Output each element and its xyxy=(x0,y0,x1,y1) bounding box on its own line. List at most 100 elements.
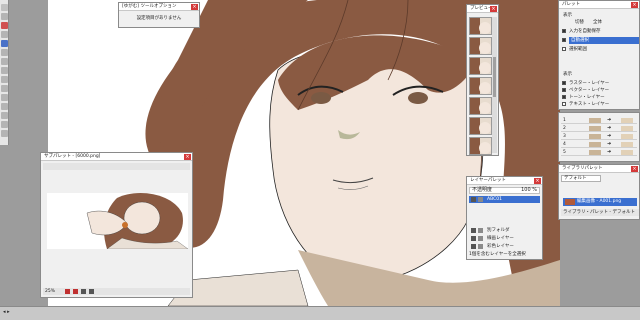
thumbnail[interactable] xyxy=(469,77,492,95)
close-icon[interactable]: × xyxy=(631,166,638,172)
row-number: 2 xyxy=(563,126,566,131)
gradient-tool-icon[interactable] xyxy=(1,103,8,110)
thumbnail[interactable] xyxy=(469,57,492,75)
checkbox[interactable] xyxy=(562,47,566,51)
warp-tool-icon[interactable] xyxy=(1,85,8,92)
status-bar: ◂ ▸ xyxy=(0,306,640,320)
nav-right-icon[interactable] xyxy=(73,289,78,294)
status-zoom: ◂ ▸ xyxy=(3,309,10,315)
option-label: テキスト・レイヤー xyxy=(569,102,610,107)
lock-icon[interactable] xyxy=(478,244,483,249)
nav-left-icon[interactable] xyxy=(65,289,70,294)
option-label: 選択範囲 xyxy=(569,47,587,52)
shape-tool-icon[interactable] xyxy=(1,112,8,119)
thumbnail[interactable] xyxy=(469,97,492,115)
move-tool-icon[interactable] xyxy=(1,4,8,11)
thumbnail[interactable] xyxy=(469,117,492,135)
sub-palette-preview[interactable] xyxy=(47,193,188,249)
eye-icon[interactable] xyxy=(471,236,476,241)
layer-row[interactable]: 線画レイヤー xyxy=(469,235,540,242)
layer-row[interactable]: 別フォルダ xyxy=(469,227,540,234)
option-label: ラスター・レイヤー xyxy=(569,81,610,86)
library-palette: ライブラリパレット × デフォルト 編集画像 - A001.png ライブラリ・… xyxy=(558,164,640,220)
opacity-value[interactable]: 100 % xyxy=(521,188,537,193)
brush-tool-icon[interactable] xyxy=(1,31,8,38)
thumbnail[interactable] xyxy=(469,37,492,55)
layer-blend-row[interactable]: 不透明度 100 % xyxy=(469,187,540,194)
thumbnail-icon xyxy=(565,199,575,205)
eye-icon[interactable] xyxy=(471,228,476,233)
lock-icon[interactable] xyxy=(478,197,483,202)
layer-name: ABC01 xyxy=(487,197,502,202)
tab-switch[interactable]: 切替 xyxy=(575,19,584,25)
close-icon[interactable]: × xyxy=(490,6,497,12)
swatch-row[interactable]: 4 ➜ xyxy=(561,141,637,148)
lasso-tool-icon[interactable] xyxy=(1,130,8,137)
layer-name: 別フォルダ xyxy=(487,228,510,233)
layer-name: 彩色レイヤー xyxy=(487,244,514,249)
library-sub-item[interactable]: ライブラリ・パレット - デフォルト xyxy=(561,209,639,216)
sub-palette-nav: 25% xyxy=(43,288,190,295)
popup-title: [ゆがむ] ツールオプション xyxy=(119,3,199,11)
checkbox[interactable] xyxy=(562,29,566,33)
right-palette-swatches: 1 ➜ 2 ➜ 3 ➜ 4 ➜ 5 ➜ xyxy=(558,112,640,162)
eye-icon[interactable] xyxy=(471,197,476,202)
tab-all[interactable]: 全体 xyxy=(593,19,602,25)
lock-icon[interactable] xyxy=(478,228,483,233)
close-icon[interactable]: × xyxy=(184,154,191,160)
checkbox[interactable] xyxy=(562,38,566,42)
layer-name: 線画レイヤー xyxy=(487,236,514,241)
thumbnail[interactable] xyxy=(469,17,492,35)
swatch-row[interactable]: 5 ➜ xyxy=(561,149,637,156)
option-label: トーン・レイヤー xyxy=(569,95,605,100)
layer-palette: レイヤーパレット × 不透明度 100 % ABC01 別フォルダ 線画レイヤー… xyxy=(466,176,543,260)
library-palette-title: ライブラリパレット xyxy=(559,165,639,173)
layer-status: 1個を含むレイヤーを全選択 xyxy=(469,252,526,257)
eraser-tool-icon[interactable] xyxy=(1,49,8,56)
pen-tool-icon[interactable] xyxy=(1,22,8,29)
checkbox[interactable] xyxy=(562,95,566,99)
text-tool-icon[interactable] xyxy=(1,58,8,65)
library-item-label: 編集画像 - A001.png xyxy=(577,199,622,204)
checkbox[interactable] xyxy=(562,81,566,85)
select-tool-icon[interactable] xyxy=(1,13,8,20)
sub-palette-title: サブパレット - [6000.png] xyxy=(41,153,192,161)
layer-row[interactable]: 彩色レイヤー xyxy=(469,243,540,250)
fill-tool-icon[interactable] xyxy=(1,40,8,47)
close-icon[interactable]: × xyxy=(631,2,638,8)
thumbnail-scrollbar[interactable] xyxy=(492,17,497,153)
popup-message: 設定項目がありません xyxy=(136,16,182,21)
sub-palette: サブパレット - [6000.png] × 25% xyxy=(40,152,193,298)
row-number: 4 xyxy=(563,142,566,147)
option-label: ベクター・レイヤー xyxy=(569,88,610,93)
swatch-row[interactable]: 3 ➜ xyxy=(561,133,637,140)
close-icon[interactable]: × xyxy=(191,4,198,10)
row-number: 3 xyxy=(563,134,566,139)
checkbox[interactable] xyxy=(562,88,566,92)
layer-row[interactable]: ABC01 xyxy=(469,196,540,203)
library-item-selected[interactable]: 編集画像 - A001.png xyxy=(563,198,637,206)
section-title: 表示 xyxy=(563,72,572,77)
blend-mode: 不透明度 xyxy=(472,187,493,193)
right-palette-top: パレット × 表示 切替 全体 入力を自動保存 自動選択 選択範囲 表示 ラスタ… xyxy=(558,0,640,110)
nav-first-icon[interactable] xyxy=(81,289,86,294)
eyedropper-tool-icon[interactable] xyxy=(1,94,8,101)
preview-illustration xyxy=(86,193,188,249)
nav-last-icon[interactable] xyxy=(89,289,94,294)
thumbnail-palette: プレビュー × xyxy=(466,4,499,156)
checkbox[interactable] xyxy=(562,102,566,106)
ruler-tool-icon[interactable] xyxy=(1,121,8,128)
tool-strip xyxy=(0,0,9,145)
thumbnail[interactable] xyxy=(469,137,492,155)
eye-icon[interactable] xyxy=(471,244,476,249)
swatch-row[interactable]: 1 ➜ xyxy=(561,117,637,124)
hand-tool-icon[interactable] xyxy=(1,67,8,74)
zoom-readout: 25% xyxy=(45,289,56,294)
close-icon[interactable]: × xyxy=(534,178,541,184)
tab-display[interactable]: 表示 xyxy=(563,12,572,18)
zoom-tool-icon[interactable] xyxy=(1,76,8,83)
row-number: 1 xyxy=(563,118,566,123)
swatch-row[interactable]: 2 ➜ xyxy=(561,125,637,132)
lock-icon[interactable] xyxy=(478,236,483,241)
library-selector[interactable]: デフォルト xyxy=(561,175,601,182)
